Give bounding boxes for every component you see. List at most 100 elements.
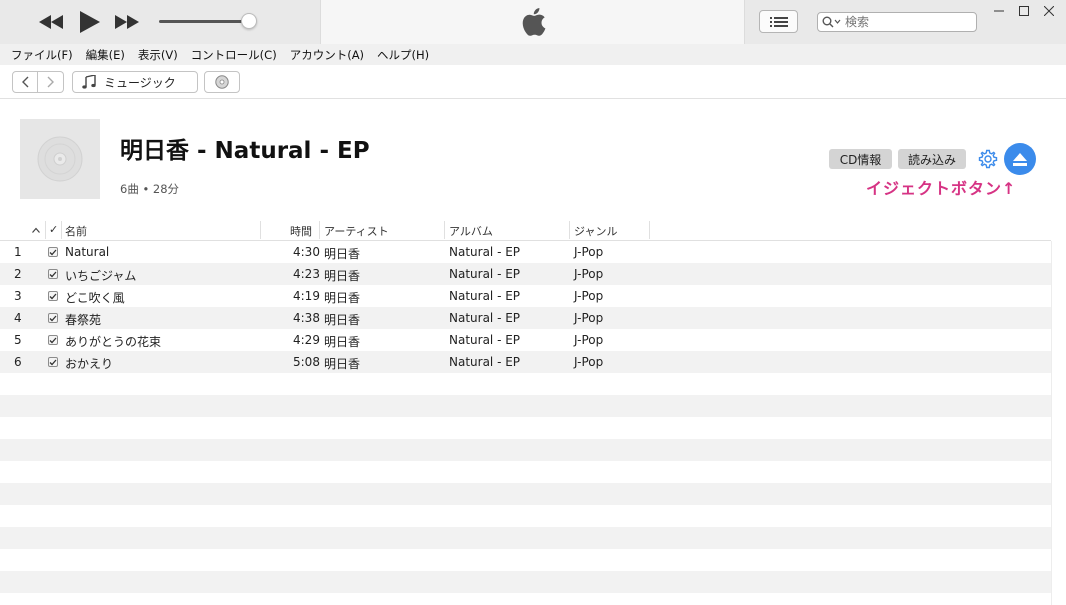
track-time: 4:29	[293, 333, 320, 347]
cd-icon	[37, 136, 83, 182]
navigation-bar: ミュージック	[0, 65, 1066, 99]
track-name: おかえり	[65, 357, 114, 371]
table-row[interactable]: 2 いちごジャム 4:23 明日香 Natural - EP J-Pop	[0, 263, 1051, 285]
check-icon	[49, 337, 57, 343]
chevron-right-icon	[47, 76, 54, 88]
column-time[interactable]: 時間	[290, 223, 312, 239]
apple-logo-icon	[522, 8, 545, 36]
track-album: Natural - EP	[449, 267, 521, 281]
sort-indicator[interactable]	[32, 223, 40, 239]
track-checkbox[interactable]	[48, 291, 58, 301]
empty-row	[0, 417, 1051, 439]
track-name: ありがとうの花束	[65, 335, 162, 349]
fast-forward-icon	[115, 15, 139, 29]
track-name: Natural	[65, 245, 110, 259]
menu-file[interactable]: ファイル(F)	[11, 47, 73, 63]
track-genre: J-Pop	[574, 333, 604, 347]
gear-icon	[978, 149, 998, 169]
table-row[interactable]: 3 どこ吹く風 4:19 明日香 Natural - EP J-Pop	[0, 285, 1051, 307]
track-checkbox[interactable]	[48, 269, 58, 279]
track-genre: J-Pop	[574, 267, 604, 281]
track-album: Natural - EP	[449, 289, 521, 303]
fast-forward-button[interactable]	[112, 8, 142, 36]
import-settings-button[interactable]	[976, 147, 1000, 171]
track-checkbox[interactable]	[48, 313, 58, 323]
table-row[interactable]: 1 Natural 4:30 明日香 Natural - EP J-Pop	[0, 241, 1051, 263]
track-time: 4:38	[293, 311, 320, 325]
check-icon	[49, 249, 57, 255]
title-right-pane	[745, 0, 1066, 44]
vertical-scrollbar[interactable]	[1051, 241, 1066, 605]
table-row[interactable]: 6 おかえり 5:08 明日香 Natural - EP J-Pop	[0, 351, 1051, 373]
play-icon	[80, 11, 100, 33]
track-genre: J-Pop	[574, 355, 604, 369]
forward-button[interactable]	[38, 71, 64, 93]
search-icon	[822, 16, 841, 28]
track-name: 春祭苑	[65, 313, 102, 327]
menu-help[interactable]: ヘルプ(H)	[377, 47, 429, 63]
cd-info-button[interactable]: CD情報	[829, 149, 892, 169]
table-row[interactable]: 4 春祭苑 4:38 明日香 Natural - EP J-Pop	[0, 307, 1051, 329]
track-number: 1	[14, 245, 22, 259]
back-button[interactable]	[12, 71, 38, 93]
title-bar	[0, 0, 1066, 44]
track-number: 4	[14, 311, 22, 325]
eject-button[interactable]	[1004, 143, 1036, 175]
menu-controls[interactable]: コントロール(C)	[191, 47, 277, 63]
track-time: 4:30	[293, 245, 320, 259]
column-name[interactable]: 名前	[65, 223, 87, 239]
eject-icon	[1013, 152, 1027, 166]
table-header: ✓ 名前 時間 アーティスト アルバム ジャンル	[0, 219, 1051, 241]
track-time: 5:08	[293, 355, 320, 369]
play-button[interactable]	[75, 8, 105, 36]
track-name: どこ吹く風	[65, 291, 125, 305]
media-kind-selector[interactable]: ミュージック	[72, 71, 198, 93]
album-track-summary: 6曲 • 28分	[120, 182, 180, 196]
empty-row	[0, 439, 1051, 461]
track-artist: 明日香	[324, 357, 361, 371]
minimize-button[interactable]	[988, 2, 1010, 20]
close-button[interactable]	[1038, 2, 1060, 20]
cd-icon	[215, 75, 229, 89]
track-table: ✓ 名前 時間 アーティスト アルバム ジャンル 1 Natural 4:30 …	[0, 219, 1051, 603]
list-icon	[769, 16, 788, 27]
menu-view[interactable]: 表示(V)	[138, 47, 178, 63]
column-genre[interactable]: ジャンル	[574, 223, 617, 239]
empty-row	[0, 505, 1051, 527]
track-checkbox[interactable]	[48, 335, 58, 345]
track-album: Natural - EP	[449, 355, 521, 369]
up-next-list-button[interactable]	[759, 10, 798, 33]
track-genre: J-Pop	[574, 311, 604, 325]
column-check[interactable]: ✓	[49, 223, 58, 239]
minimize-icon	[994, 10, 1004, 12]
track-number: 5	[14, 333, 22, 347]
close-icon	[1044, 6, 1054, 16]
empty-row	[0, 373, 1051, 395]
chevron-up-icon	[32, 227, 40, 233]
track-checkbox[interactable]	[48, 247, 58, 257]
table-row[interactable]: 5 ありがとうの花束 4:29 明日香 Natural - EP J-Pop	[0, 329, 1051, 351]
cd-source-button[interactable]	[204, 71, 240, 93]
rewind-button[interactable]	[36, 8, 66, 36]
volume-slider-track[interactable]	[159, 20, 251, 23]
import-cd-button[interactable]: 読み込み	[898, 149, 966, 169]
media-kind-label: ミュージック	[104, 75, 176, 90]
check-icon	[49, 293, 57, 299]
volume-slider-knob[interactable]	[241, 13, 257, 29]
column-artist[interactable]: アーティスト	[324, 223, 389, 239]
track-artist: 明日香	[324, 291, 361, 305]
track-album: Natural - EP	[449, 333, 521, 347]
check-icon	[49, 315, 57, 321]
search-input[interactable]	[842, 13, 962, 31]
empty-row	[0, 571, 1051, 593]
maximize-button[interactable]	[1013, 2, 1035, 20]
album-artwork	[20, 119, 100, 199]
track-number: 3	[14, 289, 22, 303]
menu-edit[interactable]: 編集(E)	[86, 47, 125, 63]
track-checkbox[interactable]	[48, 357, 58, 367]
column-album[interactable]: アルバム	[449, 223, 493, 239]
search-box[interactable]	[817, 12, 977, 32]
album-header: 明日香 - Natural - EP 6曲 • 28分 CD情報 読み込み イジ…	[0, 99, 1066, 219]
menu-account[interactable]: アカウント(A)	[290, 47, 364, 63]
track-genre: J-Pop	[574, 289, 604, 303]
